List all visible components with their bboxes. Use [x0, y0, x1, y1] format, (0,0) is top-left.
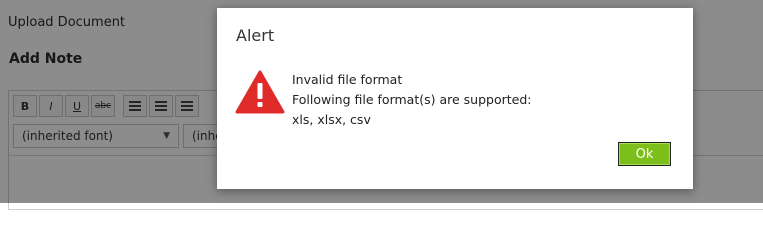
- alert-message-line: Following file format(s) are supported:: [292, 92, 532, 107]
- alert-dialog: Alert Invalid file format Following file…: [217, 8, 693, 189]
- warning-icon: [235, 70, 285, 114]
- alert-message-line: xls, xlsx, csv: [292, 112, 371, 127]
- ok-button[interactable]: Ok: [618, 142, 671, 166]
- alert-message: Invalid file format Following file forma…: [292, 70, 531, 130]
- alert-message-line: Invalid file format: [292, 72, 403, 87]
- alert-title: Alert: [236, 26, 275, 45]
